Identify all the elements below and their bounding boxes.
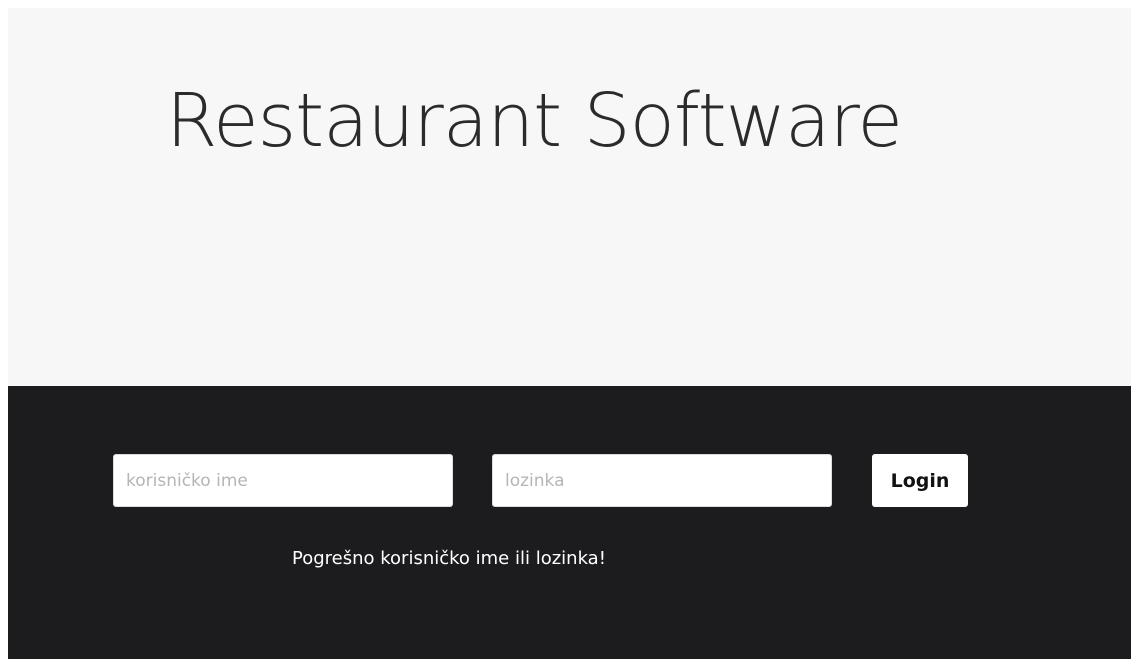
username-input[interactable] — [113, 454, 453, 507]
error-message: Pogrešno korisničko ime ili lozinka! — [292, 548, 606, 569]
password-input[interactable] — [492, 454, 832, 507]
page-frame: Restaurant Software Login Pogrešno koris… — [8, 8, 1131, 659]
login-panel: Login Pogrešno korisničko ime ili lozink… — [8, 386, 1131, 659]
header-banner: Restaurant Software — [8, 8, 1131, 386]
login-button[interactable]: Login — [872, 454, 968, 507]
page-title: Restaurant Software — [166, 78, 903, 164]
